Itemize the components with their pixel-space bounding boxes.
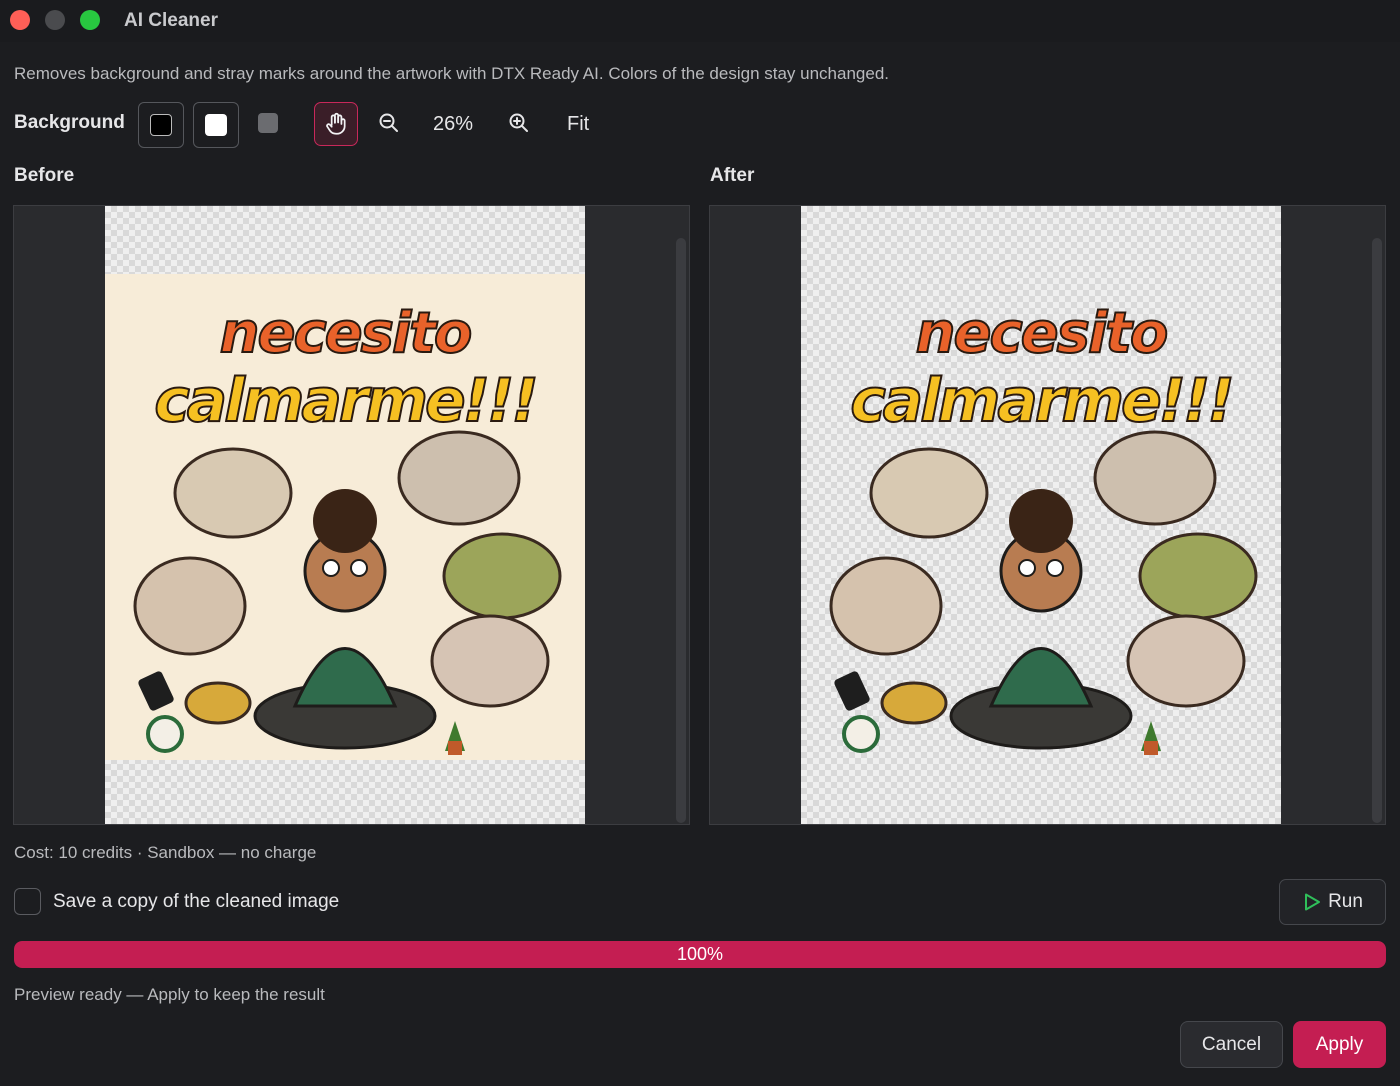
hand-icon — [326, 112, 346, 135]
play-icon — [1305, 893, 1321, 911]
background-black-button[interactable] — [138, 102, 184, 148]
before-pane[interactable]: necesito calmarme!!! — [13, 205, 690, 825]
run-button[interactable]: Run — [1279, 879, 1386, 925]
background-gray-button[interactable] — [258, 113, 278, 133]
before-artwork-illustration — [133, 430, 562, 755]
before-label: Before — [14, 165, 75, 186]
pan-tool-button[interactable] — [314, 102, 358, 146]
cancel-button[interactable]: Cancel — [1180, 1021, 1283, 1068]
before-canvas: necesito calmarme!!! — [105, 206, 585, 824]
after-scrollbar[interactable] — [1372, 238, 1382, 823]
minimize-window-button[interactable] — [45, 10, 65, 30]
zoom-in-icon — [509, 113, 528, 132]
zoom-level: 26% — [433, 113, 474, 135]
fit-button[interactable]: Fit — [567, 113, 589, 136]
progress-bar: 100% — [14, 941, 1386, 968]
background-label: Background — [14, 112, 125, 133]
toolbar: Background 26% Fit — [14, 100, 714, 148]
before-scrollbar[interactable] — [676, 238, 686, 823]
black-swatch-icon — [150, 114, 172, 136]
status-text: Preview ready — Apply to keep the result — [14, 985, 325, 1004]
after-artwork-illustration — [829, 430, 1258, 755]
zoom-in-button[interactable] — [506, 110, 532, 136]
window-title: AI Cleaner — [124, 10, 218, 31]
after-canvas: necesito calmarme!!! — [801, 206, 1281, 824]
progress-text: 100% — [676, 944, 724, 964]
save-copy-label[interactable]: Save a copy of the cleaned image — [53, 891, 339, 913]
after-pane[interactable]: necesito calmarme!!! — [709, 205, 1386, 825]
save-copy-checkbox[interactable] — [14, 888, 41, 915]
cost-text: Cost: 10 credits · Sandbox — no charge — [14, 843, 317, 862]
white-swatch-icon — [205, 114, 227, 136]
apply-button[interactable]: Apply — [1293, 1021, 1386, 1068]
close-window-button[interactable] — [10, 10, 30, 30]
background-white-button[interactable] — [193, 102, 239, 148]
run-label: Run — [1328, 891, 1363, 912]
zoom-window-button[interactable] — [80, 10, 100, 30]
after-label: After — [710, 165, 755, 186]
description-text: Removes background and stray marks aroun… — [14, 64, 890, 83]
zoom-out-icon — [379, 113, 398, 132]
zoom-out-button[interactable] — [376, 110, 402, 136]
title-bar: AI Cleaner — [0, 0, 1400, 42]
